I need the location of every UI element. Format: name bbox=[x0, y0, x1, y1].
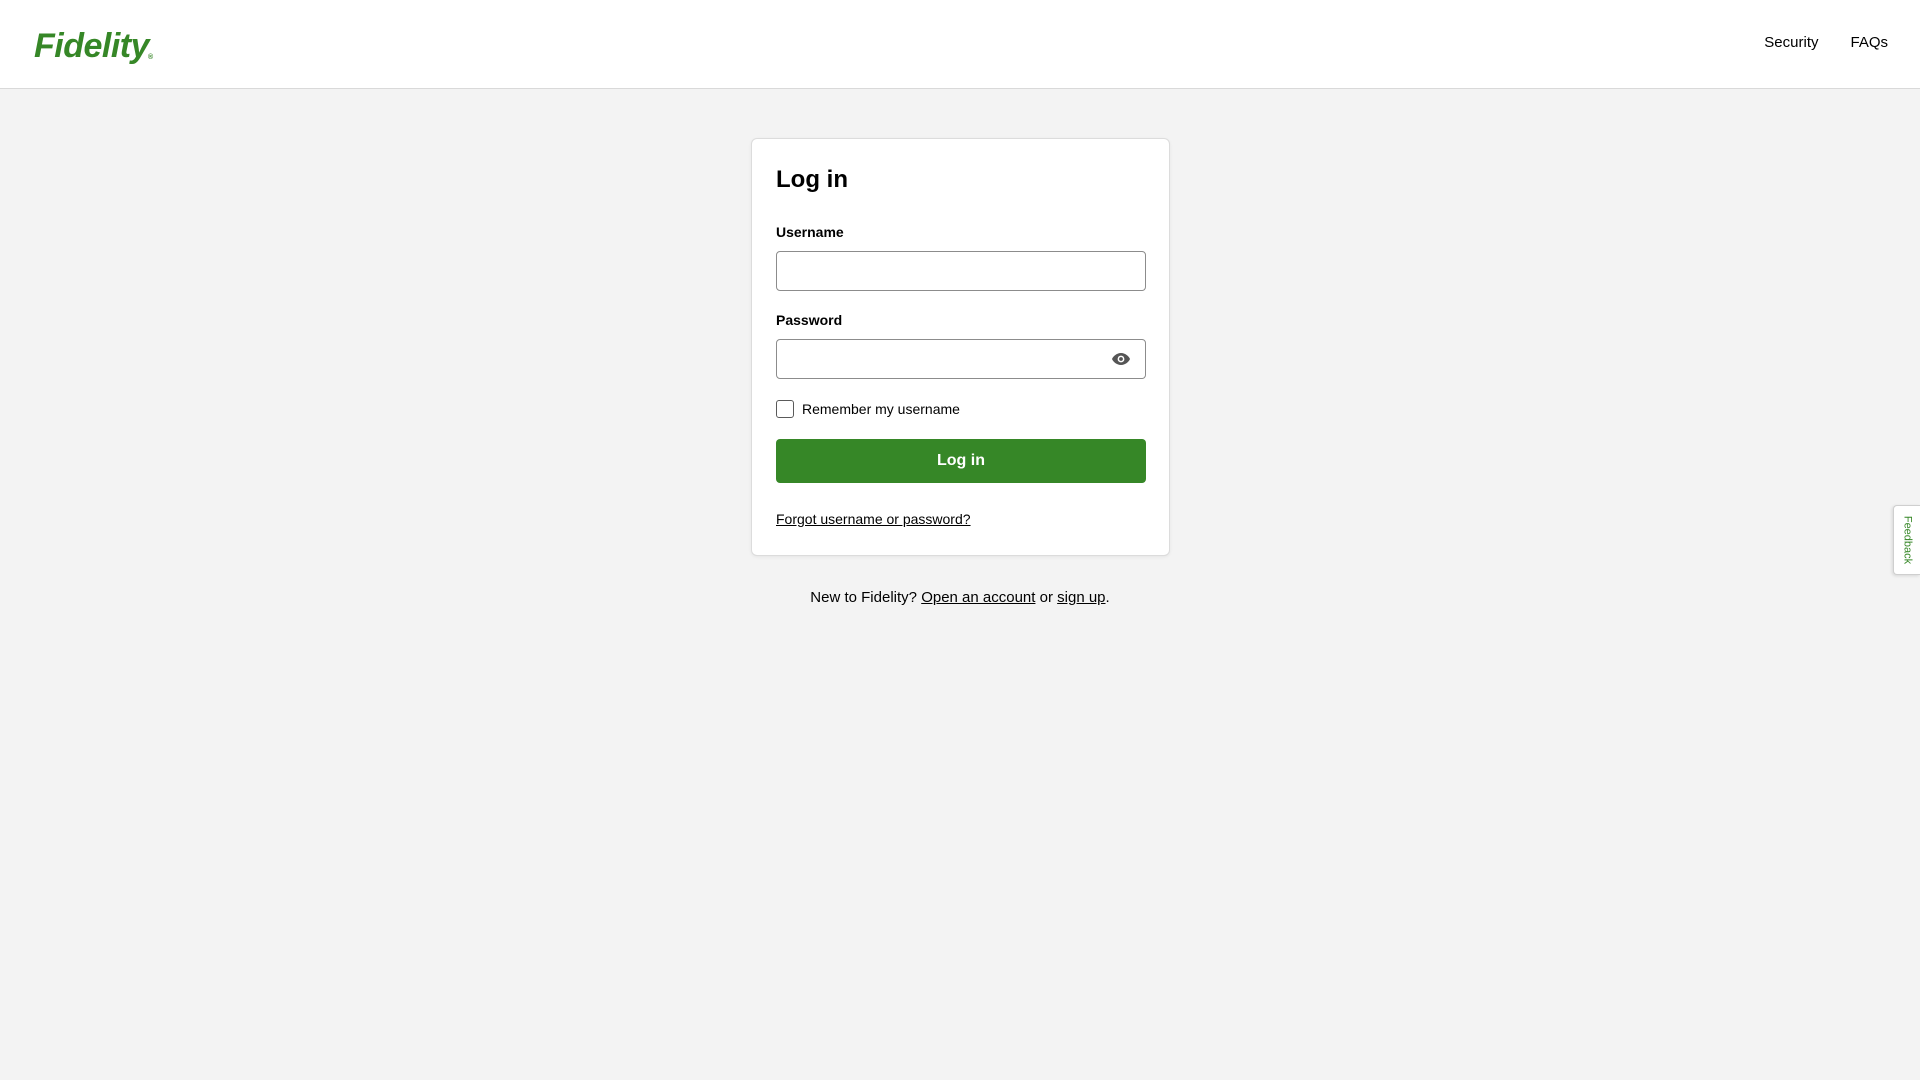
logo-text: Fidelity bbox=[34, 27, 150, 65]
password-input[interactable] bbox=[776, 339, 1146, 379]
login-button[interactable]: Log in bbox=[776, 439, 1146, 483]
logo-registered-mark: ® bbox=[148, 54, 153, 61]
remember-username-row: Remember my username bbox=[776, 399, 960, 419]
nav-link-faqs[interactable]: FAQs bbox=[1850, 33, 1888, 53]
signup-prompt-prefix: New to Fidelity? bbox=[810, 589, 918, 606]
eye-icon bbox=[1112, 353, 1130, 365]
feedback-label: Feedback bbox=[1901, 515, 1914, 565]
login-title: Log in bbox=[776, 166, 848, 193]
nav-link-security[interactable]: Security bbox=[1764, 33, 1818, 53]
username-input[interactable] bbox=[776, 251, 1146, 291]
show-password-toggle[interactable] bbox=[1109, 348, 1133, 370]
login-card: Log in Username Password Remember my use… bbox=[751, 138, 1170, 556]
feedback-tab[interactable]: Feedback bbox=[1893, 505, 1920, 575]
remember-username-label[interactable]: Remember my username bbox=[802, 400, 960, 418]
header-nav: Security FAQs bbox=[1764, 33, 1888, 53]
signup-prompt-period: . bbox=[1105, 589, 1110, 606]
password-label: Password bbox=[776, 312, 843, 328]
fidelity-logo[interactable]: Fidelity® bbox=[34, 26, 153, 78]
signup-prompt-or: or bbox=[1039, 589, 1053, 606]
remember-username-checkbox[interactable] bbox=[776, 400, 794, 418]
forgot-credentials-link[interactable]: Forgot username or password? bbox=[776, 510, 971, 528]
open-account-link[interactable]: Open an account bbox=[921, 589, 1035, 606]
signup-prompt: New to Fidelity? Open an account or sign… bbox=[0, 588, 1920, 608]
site-header: Fidelity® Security FAQs bbox=[0, 0, 1920, 89]
sign-up-link[interactable]: sign up bbox=[1057, 589, 1105, 606]
username-label: Username bbox=[776, 224, 844, 240]
